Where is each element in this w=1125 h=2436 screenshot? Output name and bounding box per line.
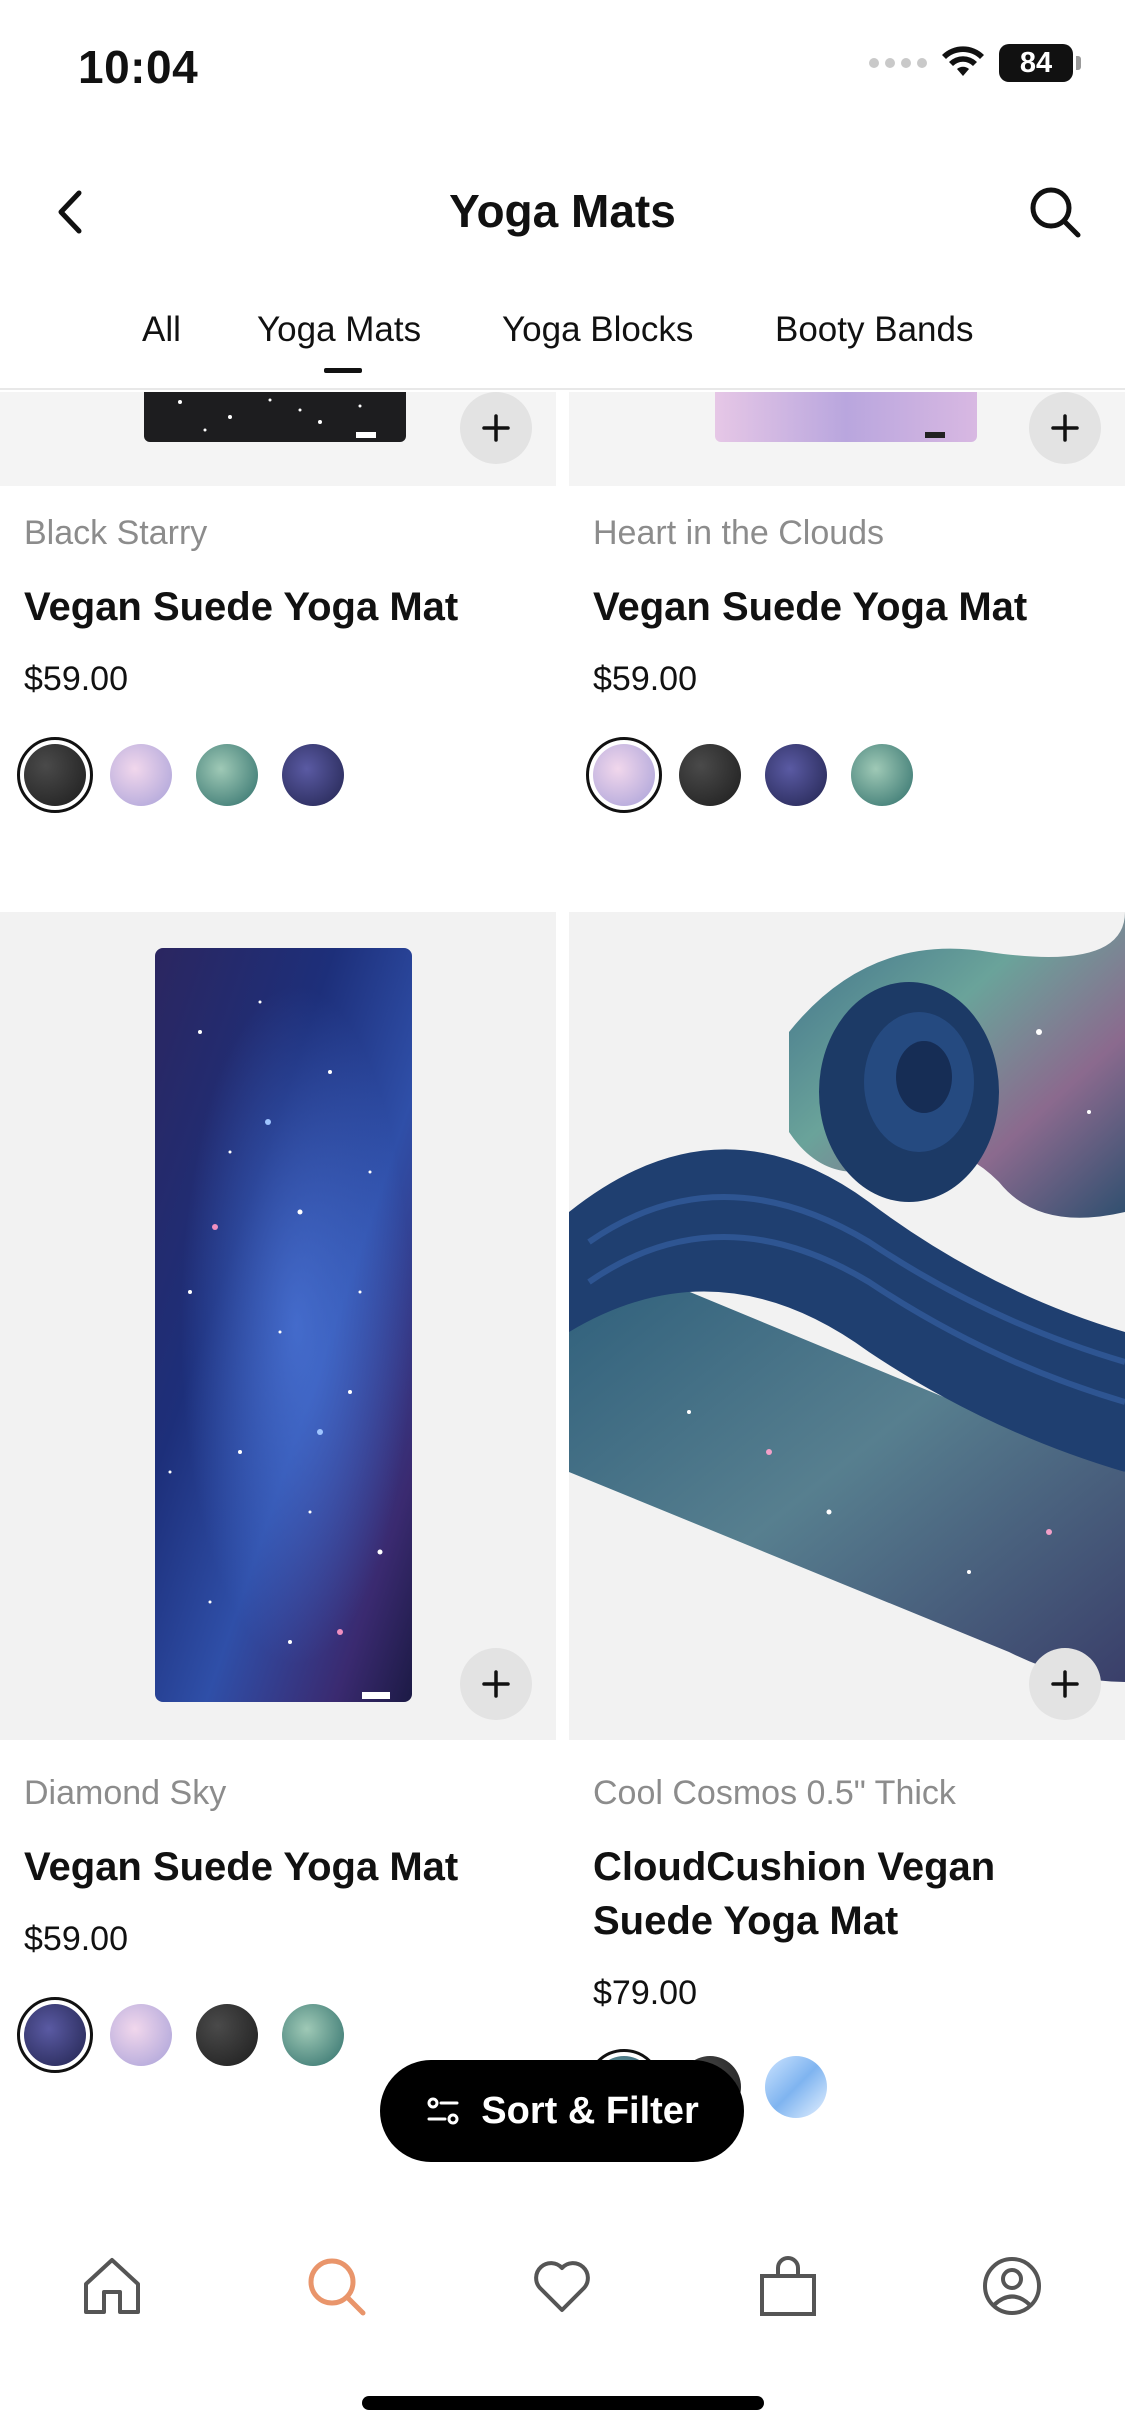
nav-favorites[interactable] xyxy=(526,2250,598,2322)
nav-bag[interactable] xyxy=(752,2250,824,2322)
add-to-bag-button[interactable] xyxy=(1029,392,1101,464)
swatch-black-starry[interactable] xyxy=(17,737,93,813)
swatch-navy-galaxy[interactable] xyxy=(282,744,344,806)
home-icon xyxy=(84,2258,140,2314)
swatch-green-leaves[interactable] xyxy=(851,744,913,806)
search-icon xyxy=(1030,187,1081,238)
bottom-navigation xyxy=(0,2220,1125,2350)
product-brand: Heart in the Clouds xyxy=(593,514,885,552)
status-icons: 84 xyxy=(869,44,1081,82)
product-price: $79.00 xyxy=(593,1974,697,2012)
search-button[interactable] xyxy=(1021,178,1089,246)
status-bar: 10:04 84 xyxy=(0,0,1125,140)
swatch-navy-galaxy[interactable] xyxy=(765,744,827,806)
plus-icon xyxy=(482,1670,510,1698)
add-to-bag-button[interactable] xyxy=(460,392,532,464)
product-image[interactable] xyxy=(569,912,1125,1740)
nav-profile[interactable] xyxy=(976,2250,1048,2322)
sort-filter-button[interactable]: Sort & Filter xyxy=(380,2060,744,2162)
swatch-green-leaves[interactable] xyxy=(282,2004,344,2066)
product-price: $59.00 xyxy=(24,660,128,698)
swatch-pink-clouds[interactable] xyxy=(110,744,172,806)
product-name[interactable]: CloudCushion Vegan Suede Yoga Mat xyxy=(593,1840,1113,1948)
product-price: $59.00 xyxy=(593,660,697,698)
add-to-bag-button[interactable] xyxy=(460,1648,532,1720)
color-swatches xyxy=(17,737,344,813)
tab-all[interactable]: All xyxy=(142,310,181,350)
product-name[interactable]: Vegan Suede Yoga Mat xyxy=(24,580,544,634)
header: Yoga Mats xyxy=(0,160,1125,264)
search-icon xyxy=(308,2258,366,2316)
product-brand: Cool Cosmos 0.5" Thick xyxy=(593,1774,956,1812)
product-name[interactable]: Vegan Suede Yoga Mat xyxy=(593,580,1113,634)
product-card[interactable]: Black Starry Vegan Suede Yoga Mat $59.00 xyxy=(0,392,556,872)
swatch-navy-galaxy[interactable] xyxy=(17,1997,93,2073)
swatch-black-starry[interactable] xyxy=(196,2004,258,2066)
swatch-pink-clouds[interactable] xyxy=(586,737,662,813)
nav-home[interactable] xyxy=(76,2250,148,2322)
profile-icon xyxy=(983,2257,1041,2315)
sort-filter-label: Sort & Filter xyxy=(481,2089,699,2132)
battery-level: 84 xyxy=(1019,46,1053,79)
product-brand: Diamond Sky xyxy=(24,1774,227,1812)
cellular-signal-icon xyxy=(869,58,927,68)
product-card[interactable]: Diamond Sky Vegan Suede Yoga Mat $59.00 xyxy=(0,912,556,2073)
product-price: $59.00 xyxy=(24,1920,128,1958)
status-time: 10:04 xyxy=(78,41,199,93)
product-card[interactable]: Cool Cosmos 0.5" Thick CloudCushion Vega… xyxy=(569,912,1125,2125)
color-swatches xyxy=(586,737,913,813)
nav-search[interactable] xyxy=(300,2250,372,2322)
tab-yoga-mats[interactable]: Yoga Mats xyxy=(257,310,421,350)
plus-icon xyxy=(482,414,510,442)
swatch-iridescent-blue[interactable] xyxy=(765,2056,827,2118)
category-tabs: All Yoga Mats Yoga Blocks Booty Bands xyxy=(0,296,1125,390)
product-brand: Black Starry xyxy=(24,514,208,552)
heart-icon xyxy=(534,2261,590,2312)
sliders-icon xyxy=(427,2097,459,2125)
tab-yoga-blocks[interactable]: Yoga Blocks xyxy=(502,310,693,350)
plus-icon xyxy=(1051,1670,1079,1698)
product-name[interactable]: Vegan Suede Yoga Mat xyxy=(24,1840,544,1894)
plus-icon xyxy=(1051,414,1079,442)
color-swatches xyxy=(17,1997,344,2073)
bag-icon xyxy=(760,2256,816,2316)
battery-icon: 84 xyxy=(999,44,1081,82)
add-to-bag-button[interactable] xyxy=(1029,1648,1101,1720)
product-card[interactable]: Heart in the Clouds Vegan Suede Yoga Mat… xyxy=(569,392,1125,872)
page-title: Yoga Mats xyxy=(449,185,676,237)
product-image-graphic xyxy=(0,912,556,1740)
wifi-icon xyxy=(942,46,984,76)
active-tab-indicator xyxy=(324,368,362,373)
tab-booty-bands[interactable]: Booty Bands xyxy=(775,310,973,350)
swatch-green-leaves[interactable] xyxy=(196,744,258,806)
product-image[interactable] xyxy=(0,912,556,1740)
product-image-graphic xyxy=(569,912,1125,1740)
home-indicator xyxy=(362,2396,764,2410)
swatch-black-starry[interactable] xyxy=(679,744,741,806)
swatch-pink-clouds[interactable] xyxy=(110,2004,172,2066)
